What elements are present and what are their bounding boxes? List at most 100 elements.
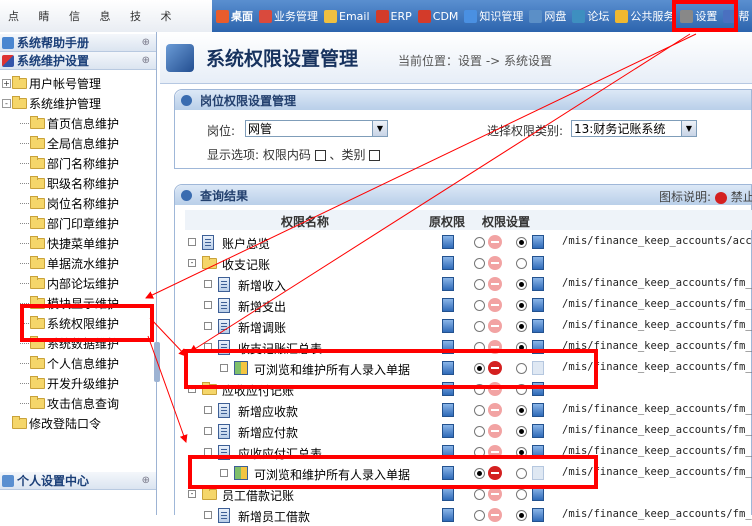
collapse-tree-icon[interactable]: - [188, 490, 196, 498]
allow-radio[interactable] [474, 510, 485, 521]
sidebar-tree-item[interactable]: + 用户帐号管理 [0, 73, 156, 93]
sidebar-tree-item[interactable]: 快捷菜单维护 [0, 233, 156, 253]
tree-node-icon [204, 343, 212, 351]
folder-icon [30, 395, 45, 409]
allow-radio[interactable] [474, 258, 485, 269]
forbid-radio[interactable] [516, 363, 527, 374]
collapse-tree-icon[interactable]: - [188, 385, 196, 393]
forbid-radio[interactable] [516, 489, 527, 500]
sidebar-tree-item[interactable]: 职级名称维护 [0, 173, 156, 193]
category-select-value: 13:财务记账系统 [574, 122, 666, 136]
sidebar-tree-item[interactable]: 首页信息维护 [0, 113, 156, 133]
sidebar-tree-item[interactable]: 修改登陆口令 [0, 413, 156, 433]
sidebar-section-maintenance[interactable]: 系统维护设置 ⊕ [0, 52, 156, 70]
sidebar-tree-label: 岗位名称维护 [47, 196, 120, 211]
permission-url: /mis/finance_keep_accounts/fm_bi [562, 508, 752, 520]
results-table-header: 权限名称 原权限 权限设置 [185, 210, 752, 230]
nav-item-8[interactable]: 公共服务 [615, 8, 674, 24]
tree-connector [20, 403, 29, 404]
sidebar-tree-item[interactable]: 部门名称维护 [0, 153, 156, 173]
help-icon [723, 9, 737, 23]
nav-item-5[interactable]: 知识管理 [464, 8, 523, 24]
show-code-checkbox[interactable] [314, 150, 326, 161]
collapse-tree-icon[interactable]: - [188, 259, 196, 267]
forbid-radio[interactable] [516, 447, 527, 458]
original-permission-icon [442, 466, 454, 480]
allow-radio[interactable] [474, 468, 485, 479]
sidebar-tree-item[interactable]: 开发升级维护 [0, 373, 156, 393]
sidebar-tree-item[interactable]: 模块显示维护 [0, 293, 156, 313]
post-select[interactable]: 网管 ▼ [245, 120, 388, 137]
forbid-radio[interactable] [516, 342, 527, 353]
original-permission-icon [442, 508, 454, 522]
forbid-radio[interactable] [516, 510, 527, 521]
nav-item-3[interactable]: ERP [375, 9, 412, 23]
nav-item-2[interactable]: Email [324, 9, 370, 23]
allow-radio[interactable] [474, 279, 485, 290]
main-nav: 桌面 业务管理 Email ERP CDM 知识管理 网盘 论坛 公共服务 设置 帮 [212, 0, 752, 32]
sidebar-tree-item[interactable]: 部门印章维护 [0, 213, 156, 233]
sidebar-tree-item[interactable]: 岗位名称维护 [0, 193, 156, 213]
permission-set-icon [532, 403, 544, 417]
allow-radio[interactable] [474, 342, 485, 353]
allow-radio[interactable] [474, 447, 485, 458]
results-title: 查询结果 [200, 188, 249, 203]
sidebar-splitter[interactable] [154, 342, 160, 382]
nav-item-9[interactable]: 设置 [680, 8, 717, 24]
allow-radio[interactable] [474, 321, 485, 332]
forbid-radio[interactable] [516, 468, 527, 479]
nav-item-4[interactable]: CDM [417, 9, 458, 23]
forbid-icon [488, 424, 502, 438]
allow-radio[interactable] [474, 426, 485, 437]
allow-radio[interactable] [474, 384, 485, 395]
collapse-tree-icon[interactable]: - [2, 98, 11, 108]
expand-icon[interactable]: + [2, 78, 11, 88]
forbid-radio[interactable] [516, 426, 527, 437]
original-permission-icon [442, 361, 454, 375]
sidebar-tree-item[interactable]: - 系统维护管理 [0, 93, 156, 113]
sidebar-tree-item[interactable]: 单据流水维护 [0, 253, 156, 273]
nav-item-0[interactable]: 桌面 [216, 8, 253, 24]
original-permission-icon [442, 256, 454, 270]
sidebar-section-personal[interactable]: 个人设置中心 ⊕ [0, 472, 156, 490]
permission-url: /mis/finance_keep_accounts/fm_ac [562, 277, 752, 289]
allow-radio[interactable] [474, 237, 485, 248]
sidebar-section-help[interactable]: 系统帮助手册 ⊕ [0, 34, 156, 52]
document-icon [202, 235, 214, 250]
sidebar-tree-item[interactable]: 内部论坛维护 [0, 273, 156, 293]
forbid-radio[interactable] [516, 300, 527, 311]
sidebar-tree-item[interactable]: 个人信息维护 [0, 353, 156, 373]
sidebar-tree-item[interactable]: 系统权限维护 [0, 313, 156, 333]
nav-item-6[interactable]: 网盘 [529, 8, 566, 24]
forbid-radio[interactable] [516, 279, 527, 290]
original-permission-icon [442, 298, 454, 312]
nav-item-1[interactable]: 业务管理 [259, 8, 318, 24]
category-label: 选择权限类别: [487, 124, 564, 138]
category-select[interactable]: 13:财务记账系统 ▼ [571, 120, 697, 137]
forbid-radio[interactable] [516, 405, 527, 416]
collapse-icon[interactable]: ⊕ [142, 37, 150, 48]
sidebar-tree-item[interactable]: 全局信息维护 [0, 133, 156, 153]
sidebar-personal-title: 个人设置中心 [17, 474, 90, 488]
grid-icon [234, 466, 248, 480]
sidebar-tree-item[interactable]: 系统数据维护 [0, 333, 156, 353]
nav-item-7[interactable]: 论坛 [572, 8, 609, 24]
forbid-radio[interactable] [516, 237, 527, 248]
forbid-radio[interactable] [516, 321, 527, 332]
permission-set-icon [532, 466, 544, 480]
allow-radio[interactable] [474, 363, 485, 374]
allow-radio[interactable] [474, 300, 485, 311]
show-category-checkbox[interactable] [369, 150, 381, 161]
permission-url: /mis/finance_keep_accounts/fm_bi [562, 466, 752, 478]
forbid-radio[interactable] [516, 384, 527, 395]
nav-item-label: 业务管理 [274, 10, 318, 23]
permission-url: /mis/finance_keep_accounts/fm_ac [562, 361, 752, 373]
allow-radio[interactable] [474, 489, 485, 500]
allow-radio[interactable] [474, 405, 485, 416]
nav-item-10[interactable]: 帮 [723, 8, 749, 24]
collapse-icon[interactable]: ⊕ [142, 55, 150, 66]
collapse-icon[interactable]: ⊕ [142, 475, 150, 486]
permission-name: 可浏览和维护所有人录入单据 [254, 468, 411, 482]
sidebar-tree-item[interactable]: 攻击信息查询 [0, 393, 156, 413]
forbid-radio[interactable] [516, 258, 527, 269]
